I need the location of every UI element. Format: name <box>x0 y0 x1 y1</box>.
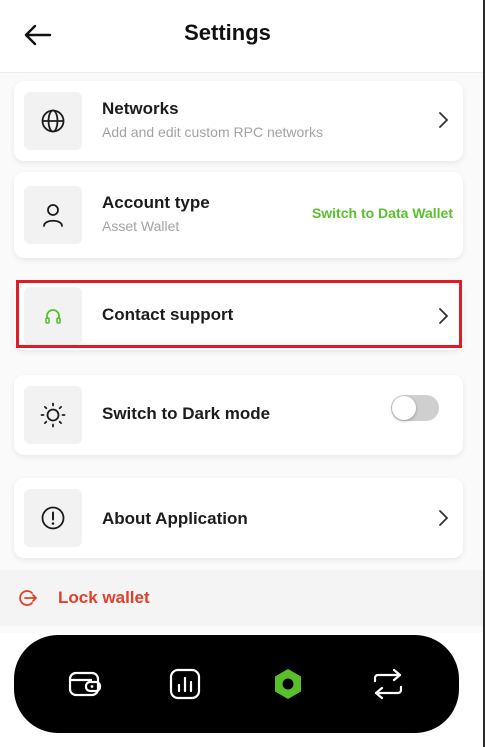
networks-subtitle: Add and edit custom RPC networks <box>102 124 323 140</box>
settings-item-dark-mode: Switch to Dark mode <box>14 375 463 455</box>
sun-icon <box>24 386 82 444</box>
dark-mode-toggle[interactable] <box>391 395 439 421</box>
settings-item-account-type: Account type Asset Wallet Switch to Data… <box>14 172 463 258</box>
chevron-right-icon <box>439 112 449 128</box>
logout-icon <box>19 590 37 606</box>
lock-wallet-button[interactable]: Lock wallet <box>0 570 485 626</box>
lock-wallet-label: Lock wallet <box>58 588 150 607</box>
page-title: Settings <box>184 20 271 45</box>
settings-hex-icon[interactable] <box>269 665 307 703</box>
bottom-nav <box>14 635 459 733</box>
chevron-right-icon <box>439 510 449 526</box>
highlight-box <box>16 280 462 348</box>
user-icon <box>24 186 82 244</box>
swap-icon[interactable] <box>369 665 407 703</box>
settings-item-about[interactable]: About Application <box>14 478 463 558</box>
account-type-title: Account type <box>102 193 210 212</box>
networks-title: Networks <box>102 99 179 118</box>
globe-icon <box>24 92 82 150</box>
dark-mode-title: Switch to Dark mode <box>102 404 271 423</box>
switch-wallet-link[interactable]: Switch to Data Wallet <box>312 205 453 221</box>
chart-icon[interactable] <box>166 665 204 703</box>
settings-item-networks[interactable]: Networks Add and edit custom RPC network… <box>14 81 463 161</box>
settings-list: Networks Add and edit custom RPC network… <box>0 73 485 633</box>
about-title: About Application <box>102 509 248 528</box>
toggle-knob <box>392 396 416 420</box>
account-type-value: Asset Wallet <box>102 218 180 234</box>
info-icon <box>24 489 82 547</box>
wallet-icon[interactable] <box>66 665 104 703</box>
header: Settings <box>0 0 485 73</box>
